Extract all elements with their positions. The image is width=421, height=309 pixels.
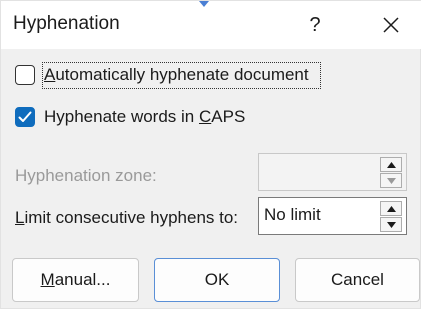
hyphenation-zone-label: Hyphenation zone: bbox=[15, 166, 157, 185]
title-bar: Hyphenation ? bbox=[1, 1, 421, 49]
triangle-down-icon bbox=[387, 178, 396, 184]
limit-consecutive-value[interactable]: No limit bbox=[264, 205, 321, 225]
limit-consecutive-down-button[interactable] bbox=[380, 217, 402, 232]
help-button[interactable]: ? bbox=[297, 7, 333, 43]
dialog-title: Hyphenation bbox=[13, 13, 120, 34]
hyphenate-caps-label: Hyphenate words in CAPS bbox=[44, 107, 246, 126]
manual-button[interactable]: Manual... bbox=[12, 258, 139, 302]
caret-marker bbox=[199, 1, 209, 7]
limit-consecutive-label: Limit consecutive hyphens to: bbox=[15, 208, 239, 227]
cancel-button[interactable]: Cancel bbox=[295, 258, 420, 302]
hyphenation-zone-up-button bbox=[380, 157, 402, 172]
hyphenation-zone-arrows bbox=[380, 157, 402, 189]
triangle-up-icon bbox=[387, 162, 396, 168]
ok-button[interactable]: OK bbox=[154, 258, 280, 302]
limit-consecutive-spinner[interactable]: No limit bbox=[258, 197, 407, 235]
auto-hyphenate-checkbox[interactable] bbox=[15, 65, 35, 85]
hyphenate-caps-option[interactable]: Hyphenate words in CAPS bbox=[1, 103, 421, 133]
triangle-up-icon bbox=[387, 206, 396, 212]
hyphenation-zone-spinner bbox=[258, 153, 407, 191]
auto-hyphenate-option[interactable]: Automatically hyphenate document bbox=[1, 61, 421, 91]
auto-hyphenate-label: Automatically hyphenate document bbox=[44, 65, 309, 84]
hyphenation-zone-down-button bbox=[380, 173, 402, 188]
limit-consecutive-arrows bbox=[380, 201, 402, 233]
hyphenate-caps-checkbox[interactable] bbox=[15, 107, 35, 127]
close-button[interactable] bbox=[371, 7, 411, 43]
close-icon bbox=[383, 17, 399, 33]
limit-consecutive-up-button[interactable] bbox=[380, 201, 402, 216]
hyphenation-dialog: Hyphenation ? Automatically hyphenate do… bbox=[0, 0, 421, 309]
checkmark-icon bbox=[18, 111, 32, 122]
triangle-down-icon bbox=[387, 222, 396, 228]
